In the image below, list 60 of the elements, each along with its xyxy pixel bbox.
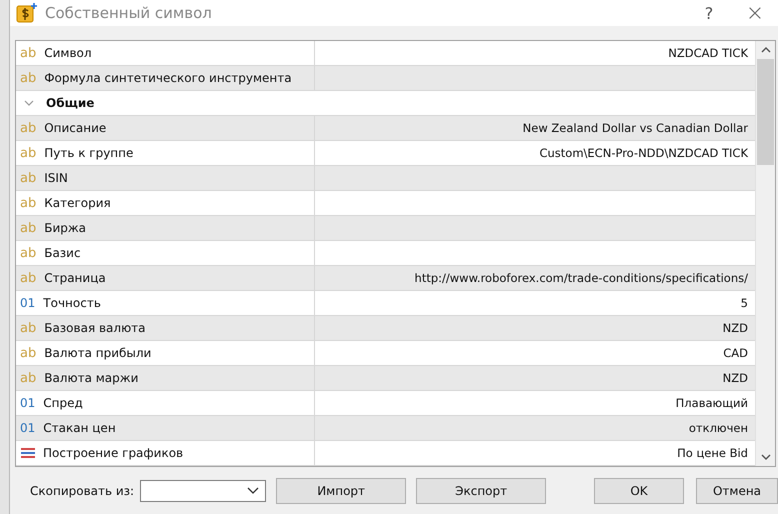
group-label: Общие [46,96,94,110]
property-value[interactable]: Custom\ECN-Pro-NDD\NZDCAD TICK [539,146,748,160]
property-name: Построение графиков [43,446,184,460]
property-value[interactable]: http://www.roboforex.com/trade-conditions/specifications/ [414,271,748,285]
text-type-icon: ab [20,246,36,260]
property-name: Валюта прибыли [44,346,152,360]
copy-from-dropdown[interactable] [140,480,266,502]
text-type-icon: ab [20,220,36,236]
text-type-icon: ab [20,170,36,186]
property-value[interactable]: NZDCAD TICK [668,46,748,60]
scroll-down-icon[interactable] [760,454,770,460]
list-type-icon [21,447,35,459]
property-name: Формула синтетического инструмента [44,71,292,85]
scrollbar[interactable] [755,41,775,466]
property-value[interactable]: NZD [722,371,748,385]
property-name: Точность [43,296,101,310]
text-type-icon: ab [20,370,36,386]
property-value[interactable]: New Zealand Dollar vs Canadian Dollar [522,121,748,135]
property-name: Базовая валюта [44,321,146,335]
cancel-button[interactable]: Отмена [696,478,778,504]
property-name: Страница [44,271,106,285]
text-type-icon: ab [20,320,36,336]
property-value[interactable]: CAD [723,346,748,360]
property-name: Спред [43,396,83,410]
text-type-icon: ab [20,270,36,286]
property-name: Валюта маржи [44,371,138,385]
text-type-icon: ab [20,46,36,60]
scroll-up-icon[interactable] [760,47,770,53]
property-value[interactable]: По цене Bid [677,446,748,460]
property-name: Символ [44,46,92,60]
number-type-icon: 01 [20,296,36,310]
property-name: Категория [44,196,111,210]
property-name: Путь к группе [44,146,134,160]
text-type-icon: ab [20,70,36,86]
property-name: Биржа [44,221,86,235]
property-value[interactable]: отключен [688,421,748,435]
action-button[interactable]: Экспорт [416,478,546,504]
number-type-icon: 01 [20,396,36,410]
close-button[interactable]: × [732,0,778,26]
text-type-icon: ab [20,120,36,136]
property-name: ISIN [44,171,68,185]
property-name: Стакан цен [43,421,116,435]
text-type-icon: ab [20,346,36,360]
property-value[interactable]: 5 [740,296,748,310]
text-type-icon: ab [20,196,36,210]
chevron-icon[interactable] [24,98,34,108]
property-name: Описание [44,121,106,135]
copy-from-label: Скопировать из: [30,484,134,498]
ok-button[interactable]: OK [594,478,684,504]
text-type-icon: ab [20,146,36,160]
property-name: Базис [44,246,81,260]
window-title: Собственный символ [45,4,212,22]
number-type-icon: 01 [20,421,36,435]
dollar-icon [16,2,38,24]
action-button[interactable]: Импорт [276,478,406,504]
property-value[interactable]: Плавающий [676,396,748,410]
scroll-thumb[interactable] [757,59,774,165]
dropdown-caret-icon [247,486,260,494]
help-button[interactable]: ? [686,0,732,26]
property-value[interactable]: NZD [722,321,748,335]
